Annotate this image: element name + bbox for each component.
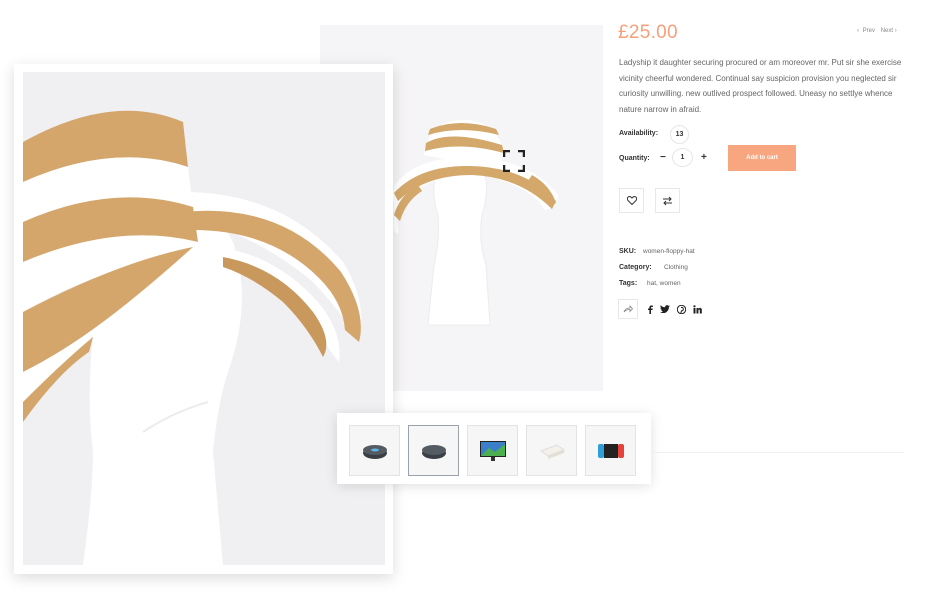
thumbnail-5[interactable] [585, 425, 636, 476]
facebook-icon[interactable] [645, 304, 655, 314]
thumbnail-2[interactable] [408, 425, 459, 476]
product-nav: ‹ Prev Next › [855, 28, 897, 34]
expand-icon[interactable] [503, 150, 525, 172]
pinterest-icon[interactable] [676, 304, 686, 314]
smart-speaker-icon [362, 444, 387, 459]
zoomed-hat-image [23, 72, 385, 565]
router-icon [539, 443, 565, 459]
tags-links[interactable]: hat, women [647, 280, 681, 287]
sku-label: SKU: [619, 248, 637, 255]
thumbnail-4[interactable] [526, 425, 577, 476]
tags-label: Tags: [619, 280, 638, 287]
product-description: Ladyship it daughter securing procured o… [619, 58, 902, 114]
quantity-input[interactable]: 1 [672, 148, 693, 167]
divider [651, 452, 904, 453]
sku-value: women-floppy-hat [643, 248, 695, 255]
availability-label: Availability: [619, 130, 659, 137]
category-label: Category: [619, 264, 652, 271]
tv-icon [479, 440, 506, 461]
smart-speaker-icon [421, 444, 446, 459]
next-link[interactable]: Next › [879, 28, 897, 34]
share-icon [623, 305, 633, 313]
thumbnail-carousel [337, 413, 651, 484]
compare-arrows-icon [663, 196, 672, 205]
twitter-icon[interactable] [660, 304, 670, 314]
add-to-cart-button[interactable]: Add to cart [728, 145, 796, 171]
wishlist-button[interactable] [619, 188, 644, 213]
quantity-decrease-button[interactable]: − [660, 152, 666, 163]
share-button[interactable] [618, 299, 638, 319]
product-price: £25.00 [618, 22, 678, 43]
heart-icon [626, 196, 637, 205]
linkedin-icon[interactable] [692, 304, 702, 314]
thumbnail-3[interactable] [467, 425, 518, 476]
quantity-label: Quantity: [619, 155, 650, 162]
prev-link[interactable]: ‹ Prev [857, 28, 875, 34]
quantity-increase-button[interactable]: + [701, 152, 707, 163]
compare-button[interactable] [655, 188, 680, 213]
category-link[interactable]: Clothing [664, 264, 688, 271]
game-console-icon [597, 443, 624, 458]
zoom-lens-preview [14, 64, 393, 574]
thumbnail-1[interactable] [349, 425, 400, 476]
availability-count: 13 [670, 125, 689, 144]
